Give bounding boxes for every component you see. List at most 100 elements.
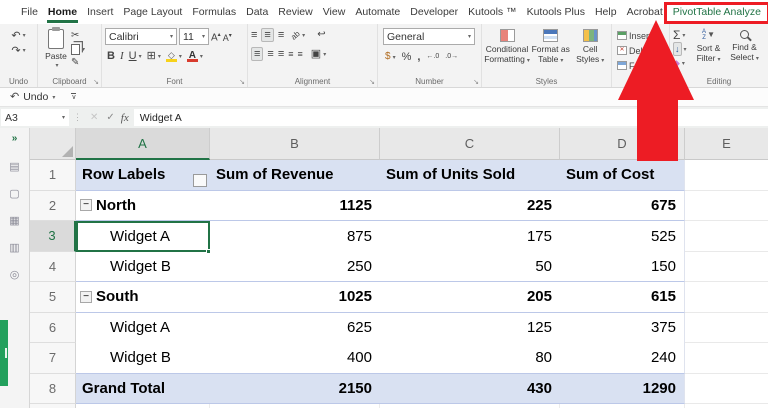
autosum-button[interactable]: Σ ▾ — [673, 29, 687, 41]
pivot-cell[interactable]: 1125 — [210, 191, 380, 221]
row-header-3[interactable]: 3 — [30, 221, 76, 252]
pivot-cell[interactable]: 150 — [560, 251, 685, 282]
fill-color-button[interactable]: ◇ ▾ — [165, 50, 182, 62]
clear-button[interactable]: ◆ ▾ — [673, 57, 687, 69]
row-header-5[interactable]: 5 — [30, 282, 76, 313]
pivot-cell[interactable]: Sum of Revenue — [210, 160, 380, 191]
pivot-cell[interactable]: Widget B — [76, 252, 210, 282]
format-as-table-button[interactable]: Format as Table ▾ — [531, 28, 570, 74]
pivot-cell[interactable]: 240 — [560, 343, 685, 374]
clipboard-dialog-launcher[interactable]: ↘ — [93, 78, 99, 86]
pivot-cell[interactable]: 205 — [380, 282, 560, 313]
expand-pane-icon[interactable]: » — [12, 133, 18, 147]
tab-pivottable-analyze[interactable]: PivotTable Analyze — [663, 1, 768, 24]
cell-styles-button[interactable]: Cell Styles ▾ — [572, 28, 608, 74]
column-header-c[interactable]: C — [380, 128, 560, 160]
insert-cells-button[interactable]: Insert ▾ — [615, 28, 666, 43]
empty-cell[interactable] — [685, 160, 768, 191]
name-box[interactable]: A3 ▾ — [1, 109, 69, 126]
align-bottom-button[interactable]: ≡ — [278, 29, 284, 41]
pivot-cell[interactable]: 50 — [380, 252, 560, 282]
accounting-format-button[interactable]: $ ▾ — [385, 51, 396, 63]
pivot-cell[interactable]: 430 — [380, 373, 560, 404]
cancel-entry-icon[interactable]: ✕ — [86, 112, 102, 123]
decrease-font-size-button[interactable]: A▾ — [223, 30, 232, 44]
columns-pane-icon[interactable]: ▥ — [9, 241, 19, 255]
empty-cell[interactable] — [685, 313, 768, 343]
tab-page-layout[interactable]: Page Layout — [118, 1, 187, 24]
pivot-cell[interactable]: 375 — [560, 312, 685, 343]
empty-cell[interactable] — [685, 374, 768, 404]
empty-cell[interactable] — [380, 404, 560, 408]
tab-data[interactable]: Data — [241, 1, 273, 24]
pivot-cell[interactable]: 125 — [380, 313, 560, 344]
pivot-cell[interactable]: 615 — [560, 282, 685, 313]
empty-cell[interactable] — [685, 191, 768, 221]
font-name-combobox[interactable]: Calibri ▾ — [105, 28, 177, 45]
format-cells-button[interactable]: Format — [615, 58, 666, 73]
undo-button[interactable]: ↶ ▾ — [3, 28, 34, 43]
row-header-6[interactable]: 6 — [30, 312, 76, 343]
format-painter-button[interactable]: ✎ — [71, 57, 85, 69]
pivot-cell[interactable]: − South — [76, 282, 210, 313]
tab-formulas[interactable]: Formulas — [187, 1, 241, 24]
collapse-group-button[interactable]: − — [80, 290, 92, 303]
select-all-corner[interactable] — [30, 128, 76, 160]
pivot-cell[interactable]: Row Labels — [76, 160, 210, 191]
empty-cell[interactable] — [76, 404, 210, 408]
empty-cell[interactable] — [685, 282, 768, 313]
row-header-4[interactable]: 4 — [30, 251, 76, 282]
borders-button[interactable]: ⊞ ▾ — [147, 50, 161, 62]
align-top-button[interactable]: ≡ — [251, 30, 257, 41]
confirm-entry-icon[interactable]: ✓ — [102, 112, 118, 123]
tab-review[interactable]: Review — [273, 1, 317, 24]
pivot-cell[interactable]: 675 — [560, 190, 685, 221]
empty-cell[interactable] — [685, 343, 768, 374]
row-header-2[interactable]: 2 — [30, 190, 76, 221]
collapse-group-button[interactable]: − — [80, 199, 92, 212]
collapse-ribbon-icon[interactable]: ∨ — [71, 93, 77, 101]
font-color-button[interactable]: A ▾ — [186, 50, 203, 62]
empty-cell[interactable] — [685, 221, 768, 252]
tab-view[interactable]: View — [318, 1, 351, 24]
printer-icon[interactable]: ▦ — [9, 214, 19, 228]
pivot-cell[interactable]: 80 — [380, 343, 560, 374]
bold-button[interactable]: B — [107, 50, 115, 62]
pivot-cell[interactable]: Sum of Units Sold — [380, 160, 560, 191]
row-header-8[interactable]: 8 — [30, 373, 76, 404]
align-middle-button[interactable]: ≡ — [261, 28, 274, 42]
empty-cell[interactable] — [560, 404, 685, 408]
decrease-indent-button[interactable]: ≡ — [288, 48, 293, 60]
fill-button[interactable]: ↓ ▾ — [673, 42, 687, 56]
pane-handle[interactable] — [0, 320, 8, 386]
pivot-cell[interactable]: 875 — [210, 221, 380, 252]
align-left-button[interactable]: ≡ — [251, 47, 264, 61]
font-size-combobox[interactable]: 11 ▾ — [179, 28, 209, 45]
paste-button[interactable]: Paste ▾ — [41, 27, 71, 74]
pivot-cell[interactable]: Widget B — [76, 343, 210, 374]
sort-filter-button[interactable]: AZ ▼ Sort & Filter ▾ — [691, 28, 727, 74]
tab-kutools-plus[interactable]: Kutools Plus — [522, 1, 590, 24]
tab-developer[interactable]: Developer — [405, 1, 463, 24]
percent-style-button[interactable]: % — [402, 51, 412, 63]
number-dialog-launcher[interactable]: ↘ — [473, 78, 479, 86]
tab-home[interactable]: Home — [43, 1, 82, 24]
workbook-pane-icon[interactable]: ▤ — [9, 160, 19, 174]
find-pane-icon[interactable]: ◎ — [10, 268, 20, 282]
formula-input[interactable]: Widget A — [133, 109, 768, 126]
decrease-decimal-button[interactable]: .0→ — [445, 51, 458, 63]
selected-cell-a3[interactable]: Widget A — [76, 221, 211, 254]
comma-style-button[interactable]: , — [417, 51, 420, 63]
find-select-button[interactable]: Find & Select ▾ — [727, 28, 763, 74]
delete-cells-button[interactable]: ✕ Delete — [615, 43, 666, 58]
pivot-cell[interactable]: Grand Total — [76, 373, 210, 404]
tab-acrobat[interactable]: Acrobat — [622, 1, 668, 24]
pivot-cell[interactable]: 625 — [210, 313, 380, 344]
column-header-b[interactable]: B — [210, 128, 380, 160]
tab-file[interactable]: File — [16, 1, 43, 24]
row-header-1[interactable]: 1 — [30, 160, 76, 191]
qat-undo-button[interactable]: Undo — [23, 91, 48, 103]
fill-handle[interactable] — [206, 248, 211, 254]
pivot-cell[interactable]: 2150 — [210, 373, 380, 404]
increase-decimal-button[interactable]: ←.0 — [426, 51, 439, 63]
